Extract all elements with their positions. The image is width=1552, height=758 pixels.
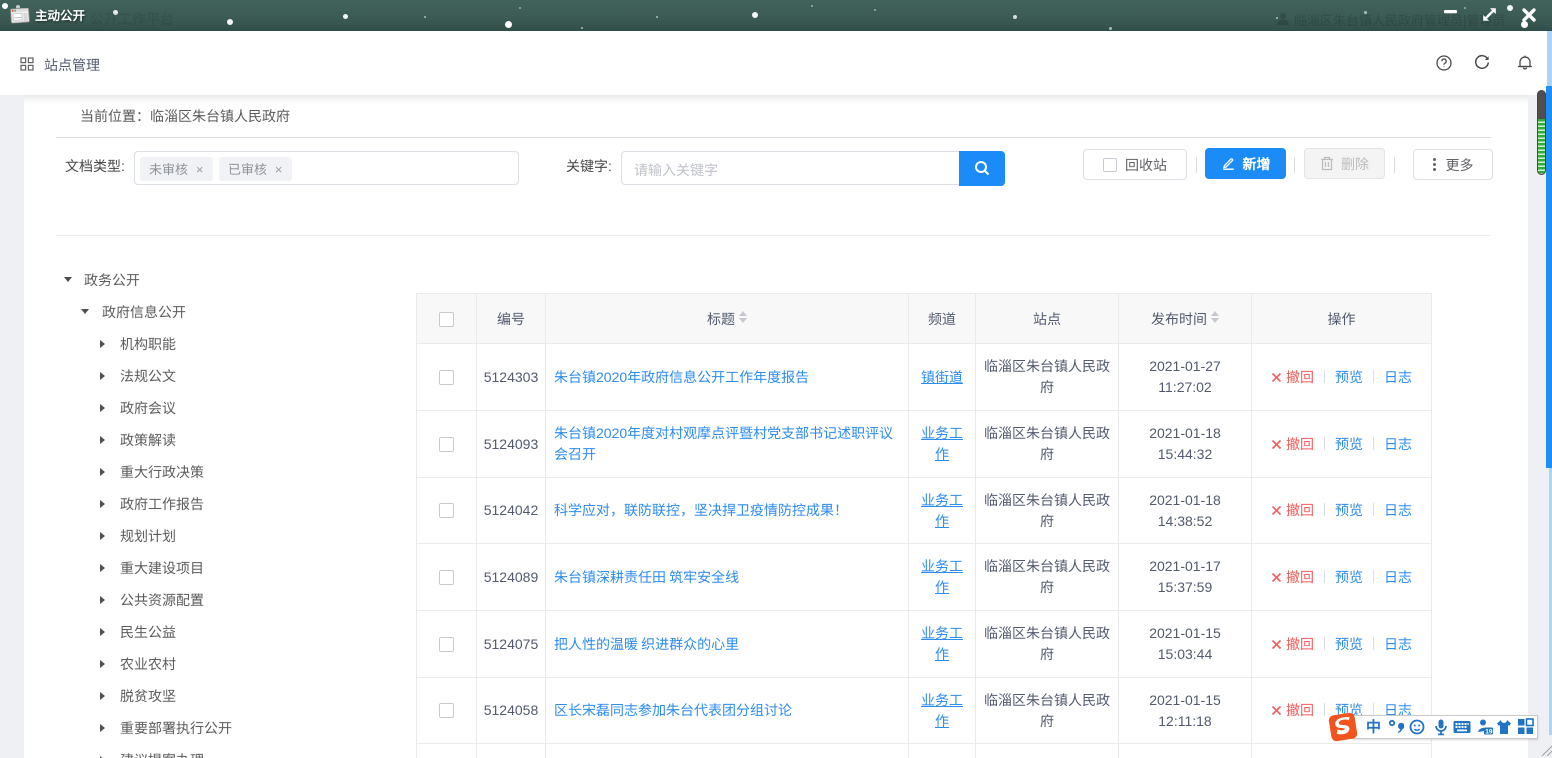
svg-text:中: 中: [1366, 718, 1381, 736]
svg-text:19: 19: [1485, 729, 1493, 736]
